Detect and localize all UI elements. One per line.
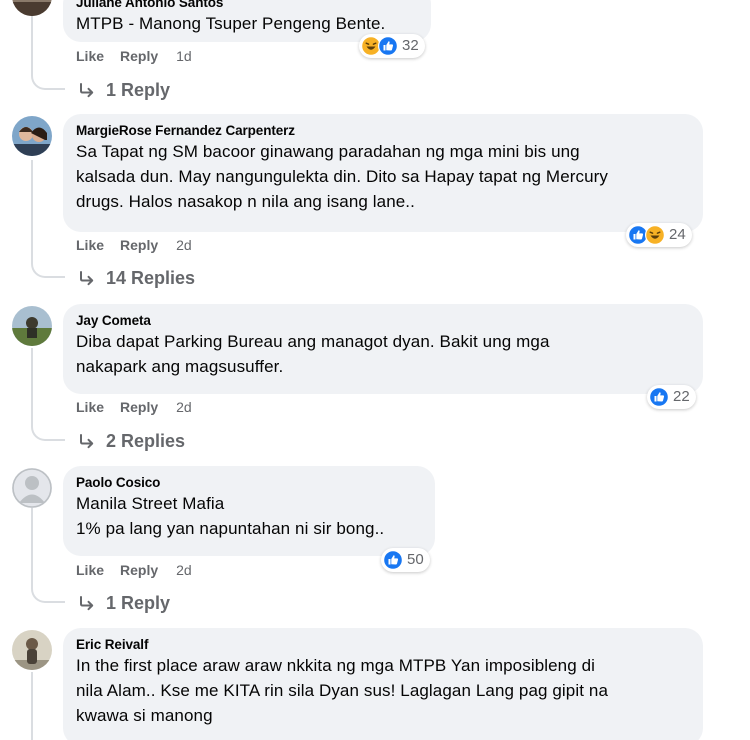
comment-bubble: Paolo Cosico Manila Street Mafia 1% pa l… bbox=[63, 466, 435, 556]
reaction-summary[interactable]: 32 bbox=[359, 34, 425, 58]
like-button[interactable]: Like bbox=[76, 398, 104, 416]
comment-text: nakapark ang magsusuffer. bbox=[76, 357, 284, 376]
comment-text: Sa Tapat ng SM bacoor ginawang paradahan… bbox=[76, 142, 580, 161]
reaction-count: 22 bbox=[673, 388, 690, 405]
view-replies-link[interactable]: 14 Replies bbox=[78, 267, 195, 289]
view-replies-link[interactable]: 1 Reply bbox=[78, 79, 170, 101]
reply-button[interactable]: Reply bbox=[120, 236, 158, 254]
comment-timestamp[interactable]: 2d bbox=[176, 236, 192, 254]
replies-count-label: 1 Reply bbox=[106, 80, 171, 100]
comment-text: kwawa si manong bbox=[76, 706, 213, 725]
thread-line bbox=[31, 672, 33, 740]
reaction-count: 50 bbox=[407, 551, 424, 568]
reaction-summary[interactable]: 50 bbox=[381, 548, 430, 572]
comment-thread: Juliane Antonio Santos MTPB - Manong Tsu… bbox=[0, 0, 750, 740]
comment-author[interactable]: MargieRose Fernandez Carpenterz bbox=[76, 123, 689, 139]
comment-text: MTPB - Manong Tsuper Pengeng Bente. bbox=[76, 14, 386, 33]
reaction-summary[interactable]: 22 bbox=[647, 385, 696, 409]
like-button[interactable]: Like bbox=[76, 561, 104, 579]
reaction-count: 32 bbox=[402, 37, 419, 54]
thread-line bbox=[31, 508, 33, 582]
view-replies-link[interactable]: 2 Replies bbox=[78, 430, 185, 452]
comment-text: 1% pa lang yan napuntahan ni sir bong.. bbox=[76, 519, 385, 538]
reply-arrow-icon bbox=[80, 271, 94, 286]
reply-button[interactable]: Reply bbox=[120, 398, 158, 416]
like-button[interactable]: Like bbox=[76, 236, 104, 254]
comment-actions: Like Reply 2d bbox=[76, 398, 192, 416]
comment-timestamp[interactable]: 2d bbox=[176, 398, 192, 416]
reply-arrow-icon bbox=[80, 434, 94, 449]
reply-button[interactable]: Reply bbox=[120, 47, 158, 65]
thread-curve bbox=[31, 419, 65, 441]
avatar[interactable] bbox=[12, 468, 52, 508]
thread-curve bbox=[31, 68, 65, 90]
comment-author[interactable]: Juliane Antonio Santos bbox=[76, 0, 417, 11]
reply-arrow-icon bbox=[80, 83, 94, 98]
replies-count-label: 1 Reply bbox=[106, 593, 171, 613]
thread-curve bbox=[31, 256, 65, 278]
haha-icon bbox=[645, 225, 665, 245]
comment-timestamp[interactable]: 2d bbox=[176, 561, 192, 579]
avatar[interactable] bbox=[12, 116, 52, 156]
comment-author[interactable]: Jay Cometa bbox=[76, 313, 689, 329]
comment-text: Diba dapat Parking Bureau ang managot dy… bbox=[76, 332, 550, 351]
thread-curve bbox=[31, 581, 65, 603]
thread-line bbox=[31, 160, 33, 256]
like-icon bbox=[649, 387, 669, 407]
comment-text: kalsada dun. May nangungulekta din. Dito… bbox=[76, 167, 609, 186]
view-replies-link[interactable]: 1 Reply bbox=[78, 592, 170, 614]
thread-line bbox=[31, 348, 33, 420]
replies-count-label: 2 Replies bbox=[106, 431, 186, 451]
comment-text: Manila Street Mafia bbox=[76, 494, 225, 513]
comment-actions: Like Reply 2d bbox=[76, 561, 192, 579]
comment-text: drugs. Halos nasakop n nila ang isang la… bbox=[76, 192, 415, 211]
comment-bubble: Eric Reivalf In the first place araw ara… bbox=[63, 628, 703, 740]
replies-count-label: 14 Replies bbox=[106, 268, 196, 288]
like-icon bbox=[378, 36, 398, 56]
like-icon bbox=[383, 550, 403, 570]
comment-text: nila Alam.. Kse me KITA rin sila Dyan su… bbox=[76, 681, 608, 700]
like-button[interactable]: Like bbox=[76, 47, 104, 65]
comment-author[interactable]: Paolo Cosico bbox=[76, 475, 421, 491]
reaction-count: 24 bbox=[669, 226, 686, 243]
avatar[interactable] bbox=[12, 630, 52, 670]
comment-timestamp[interactable]: 1d bbox=[176, 47, 192, 65]
comment-bubble: MargieRose Fernandez Carpenterz Sa Tapat… bbox=[63, 114, 703, 232]
comment-text: In the first place araw araw nkkita ng m… bbox=[76, 656, 596, 675]
reply-arrow-icon bbox=[80, 596, 94, 611]
comment-author[interactable]: Eric Reivalf bbox=[76, 637, 689, 653]
avatar[interactable] bbox=[12, 306, 52, 346]
comment-actions: Like Reply 1d bbox=[76, 47, 192, 65]
avatar[interactable] bbox=[12, 0, 52, 16]
comment-bubble: Jay Cometa Diba dapat Parking Bureau ang… bbox=[63, 304, 703, 394]
comment-actions: Like Reply 2d bbox=[76, 236, 192, 254]
reply-button[interactable]: Reply bbox=[120, 561, 158, 579]
reaction-summary[interactable]: 24 bbox=[626, 223, 692, 247]
